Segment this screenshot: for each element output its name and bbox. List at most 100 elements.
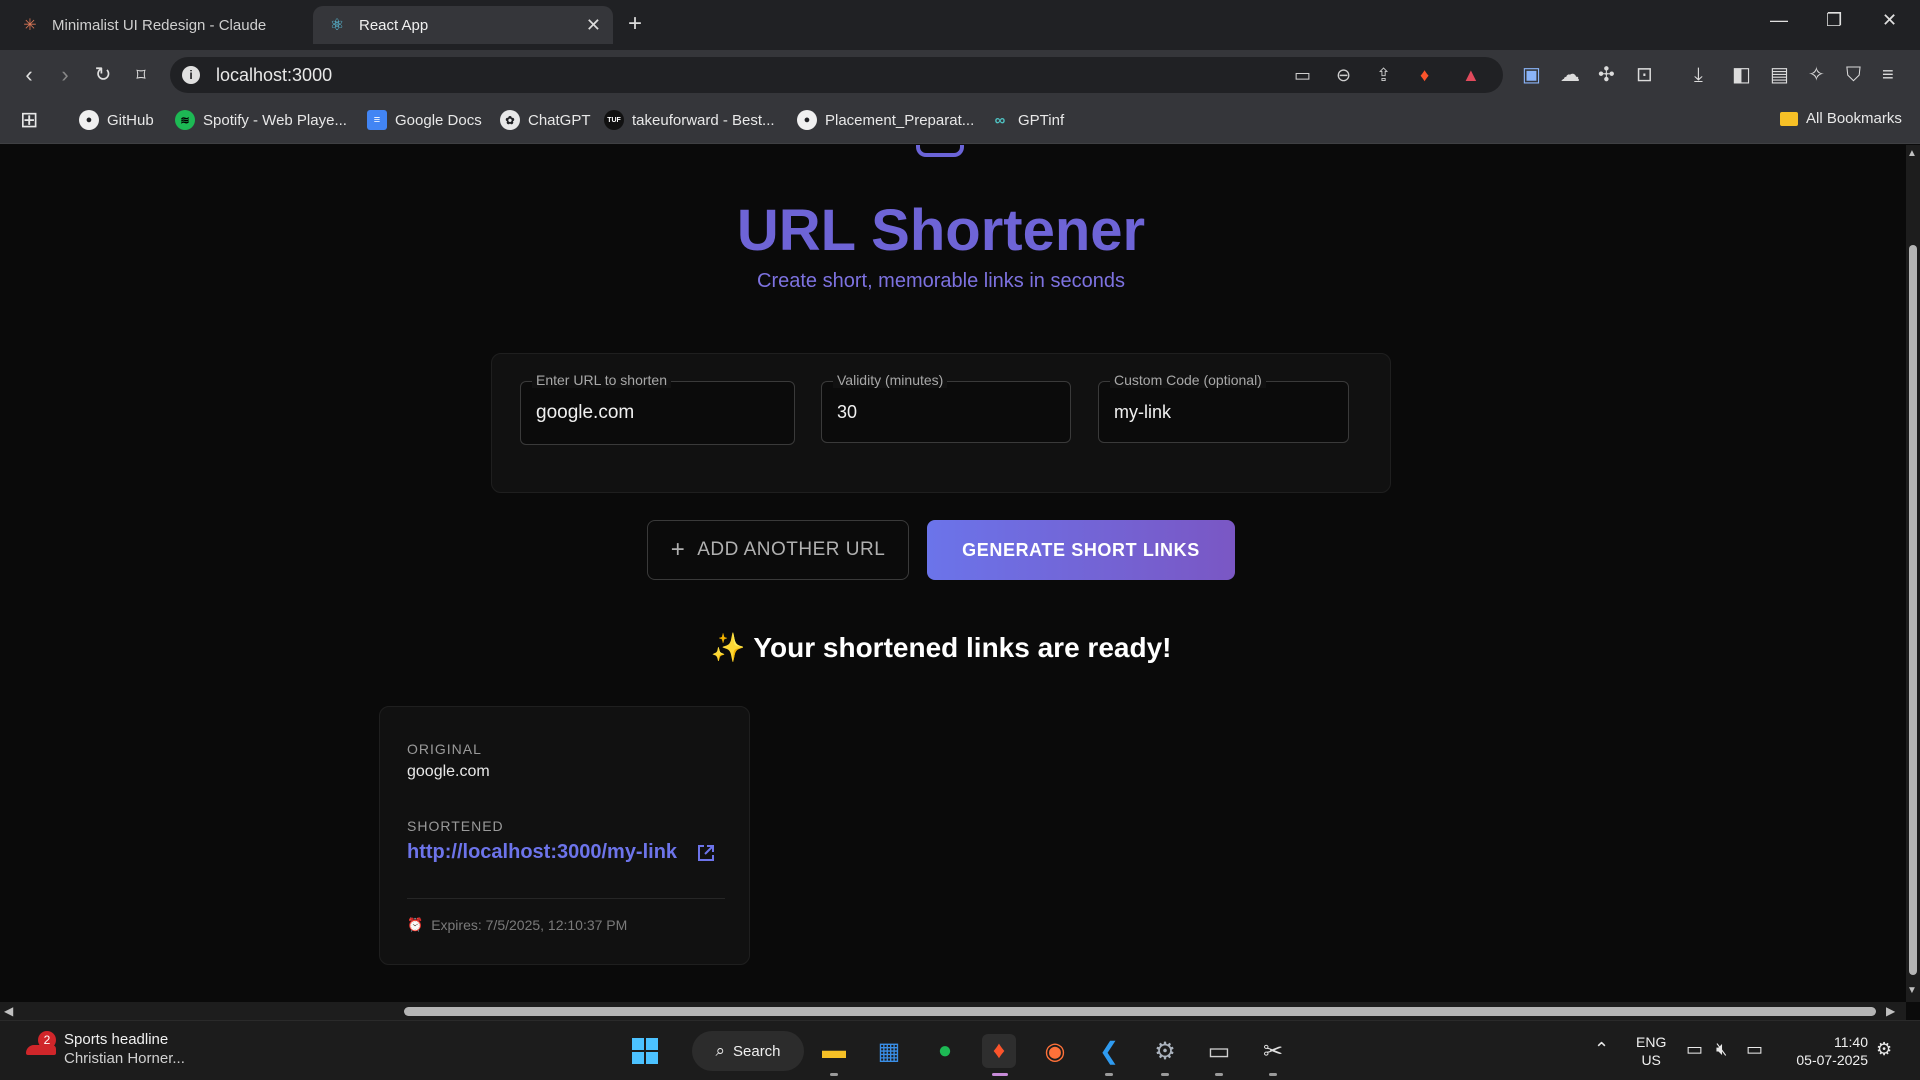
zoom-icon[interactable]: ⊖ xyxy=(1336,65,1351,86)
bookmark-placement[interactable]: ● Placement_Preparat... xyxy=(797,110,974,130)
results-heading: ✨ Your shortened links are ready! xyxy=(0,631,1882,664)
scroll-down-icon[interactable]: ▼ xyxy=(1907,985,1917,996)
download-icon[interactable]: ⤓ xyxy=(1694,64,1703,86)
vscode-icon[interactable]: ❮ xyxy=(1092,1034,1126,1068)
all-bookmarks-label: All Bookmarks xyxy=(1806,110,1902,127)
vpn-icon[interactable]: ⛉ xyxy=(1846,64,1861,86)
url-input[interactable]: Enter URL to shorten google.com xyxy=(520,372,795,445)
site-info-icon[interactable]: i xyxy=(182,66,200,84)
all-bookmarks[interactable]: All Bookmarks xyxy=(1780,110,1902,127)
bookmark-chatgpt[interactable]: ✿ ChatGPT xyxy=(500,110,591,130)
chatgpt-icon: ✿ xyxy=(500,110,520,130)
file-explorer-icon[interactable]: ▬ xyxy=(817,1034,851,1068)
tuf-icon: TUF xyxy=(604,110,624,130)
bookmark-label: Google Docs xyxy=(395,111,482,129)
validity-input-value[interactable]: 30 xyxy=(837,402,857,423)
taskbar-search[interactable]: ⌕ Search xyxy=(692,1031,804,1071)
react-icon: ⚛ xyxy=(329,17,345,34)
address-text[interactable]: localhost:3000 xyxy=(216,65,332,86)
shortened-link[interactable]: http://localhost:3000/my-link xyxy=(407,841,677,864)
close-window-icon[interactable]: ✕ xyxy=(1882,10,1897,31)
tab-claude[interactable]: ✳ Minimalist UI Redesign - Claude xyxy=(6,6,306,44)
extensions-puzzle-icon[interactable]: ✣ xyxy=(1598,64,1615,86)
result-card: ORIGINAL google.com SHORTENED http://loc… xyxy=(379,706,750,965)
bookmark-label: Spotify - Web Playe... xyxy=(203,111,347,129)
restore-icon[interactable]: ❐ xyxy=(1826,10,1842,31)
brave-rewards-icon[interactable]: ▲ xyxy=(1462,65,1480,86)
url-input-value[interactable]: google.com xyxy=(536,402,634,424)
address-bar[interactable]: i localhost:3000 ▭ ⊖ ⇪ ♦ ▲ xyxy=(170,57,1503,93)
news-widget[interactable]: 2 Sports headline Christian Horner... xyxy=(24,1031,185,1067)
new-tab-button[interactable]: + xyxy=(628,12,642,36)
original-url: google.com xyxy=(407,763,490,780)
settings-icon[interactable]: ⚙ xyxy=(1148,1034,1182,1068)
validity-input[interactable]: Validity (minutes) 30 xyxy=(821,372,1071,443)
search-label: Search xyxy=(733,1042,781,1060)
clock-date: 05-07-2025 xyxy=(1796,1052,1868,1068)
language-indicator[interactable]: ENG US xyxy=(1636,1033,1666,1069)
vertical-scrollbar[interactable]: ▲ ▼ xyxy=(1906,145,1920,1002)
bookmark-gptinf[interactable]: ∞ GPTinf xyxy=(990,110,1064,130)
extension-icon[interactable]: ⊡ xyxy=(1636,64,1653,86)
snipping-tool-icon[interactable]: ✂ xyxy=(1256,1034,1290,1068)
brave-shield-icon[interactable]: ♦ xyxy=(1420,65,1429,86)
bookmark-google-docs[interactable]: ≡ Google Docs xyxy=(367,110,482,130)
leo-ai-icon[interactable]: ✧ xyxy=(1808,64,1825,86)
custom-code-value[interactable]: my-link xyxy=(1114,402,1171,423)
forward-icon[interactable]: › xyxy=(52,62,78,88)
microsoft-store-icon[interactable]: ▦ xyxy=(872,1034,906,1068)
battery-icon[interactable]: ▭ xyxy=(1746,1039,1763,1060)
start-icon[interactable] xyxy=(628,1034,662,1068)
back-icon[interactable]: ‹ xyxy=(16,62,42,88)
add-button-label: ADD ANOTHER URL xyxy=(697,539,886,560)
tab-react-app[interactable]: ⚛ React App ✕ xyxy=(313,6,613,44)
share-icon[interactable]: ⇪ xyxy=(1376,65,1391,86)
close-tab-icon[interactable]: ✕ xyxy=(586,15,601,36)
system-clock[interactable]: 11:40 05-07-2025 xyxy=(1786,1033,1868,1069)
active-indicator xyxy=(992,1073,1008,1076)
scroll-up-icon[interactable]: ▲ xyxy=(1907,148,1917,159)
scroll-right-icon[interactable]: ▶ xyxy=(1886,1004,1895,1018)
sidebar-icon[interactable]: ◧ xyxy=(1732,64,1751,86)
page-viewport: URL Shortener Create short, memorable li… xyxy=(0,145,1906,1002)
horizontal-scrollbar[interactable]: ◀ ▶ xyxy=(0,1002,1906,1020)
menu-icon[interactable]: ≡ xyxy=(1882,64,1894,86)
minimize-icon[interactable]: — xyxy=(1770,10,1788,31)
horizontal-scroll-thumb[interactable] xyxy=(404,1007,1876,1016)
firefox-icon[interactable]: ◉ xyxy=(1038,1034,1072,1068)
shortened-caption: SHORTENED xyxy=(407,818,504,834)
browser-toolbar: ‹ › ↻ ⌑ i localhost:3000 ▭ ⊖ ⇪ ♦ ▲ ▣ ☁ ✣… xyxy=(0,50,1920,100)
chevron-up-icon[interactable]: ⌃ xyxy=(1594,1039,1609,1060)
windows-taskbar: 2 Sports headline Christian Horner... ⌕ … xyxy=(0,1020,1920,1080)
cast-icon[interactable]: ▭ xyxy=(1294,65,1311,86)
bookmark-label: Placement_Preparat... xyxy=(825,111,975,129)
network-icon[interactable]: ▭ xyxy=(1686,1039,1703,1060)
brave-taskbar-icon[interactable]: ♦ xyxy=(982,1034,1016,1068)
custom-code-label: Custom Code (optional) xyxy=(1110,372,1266,388)
bookmark-spotify[interactable]: ≋ Spotify - Web Playe... xyxy=(175,110,347,130)
terminal-icon[interactable]: ▭ xyxy=(1202,1034,1236,1068)
volume-muted-icon[interactable]: 🔇︎ xyxy=(1716,1039,1727,1060)
wallet-icon[interactable]: ▤ xyxy=(1770,64,1789,86)
tab-title: React App xyxy=(359,16,429,34)
custom-code-input[interactable]: Custom Code (optional) my-link xyxy=(1098,372,1349,443)
reload-icon[interactable]: ↻ xyxy=(90,62,116,88)
scroll-left-icon[interactable]: ◀ xyxy=(4,1004,13,1018)
bookmark-github[interactable]: ● GitHub xyxy=(79,110,154,130)
url-input-label: Enter URL to shorten xyxy=(532,372,671,388)
bookmark-takeuforward[interactable]: TUF takeuforward - Best... xyxy=(604,110,775,130)
running-indicator xyxy=(830,1073,838,1076)
notifications-icon[interactable]: ⚙ xyxy=(1876,1039,1892,1060)
generate-short-links-button[interactable]: GENERATE SHORT LINKS xyxy=(927,520,1235,580)
extension-icon[interactable]: ☁ xyxy=(1560,64,1580,86)
plus-icon: + xyxy=(670,536,686,563)
vertical-scroll-thumb[interactable] xyxy=(1909,245,1917,975)
external-link-icon[interactable] xyxy=(696,843,716,863)
add-another-url-button[interactable]: + ADD ANOTHER URL xyxy=(647,520,909,580)
bookmark-icon[interactable]: ⌑ xyxy=(128,62,154,88)
apps-grid-icon[interactable]: ⊞ xyxy=(20,107,38,133)
github-icon: ● xyxy=(79,110,99,130)
sparkles-icon: ✨ xyxy=(710,632,746,663)
spotify-taskbar-icon[interactable]: ● xyxy=(928,1034,962,1068)
extension-icon[interactable]: ▣ xyxy=(1522,64,1541,86)
